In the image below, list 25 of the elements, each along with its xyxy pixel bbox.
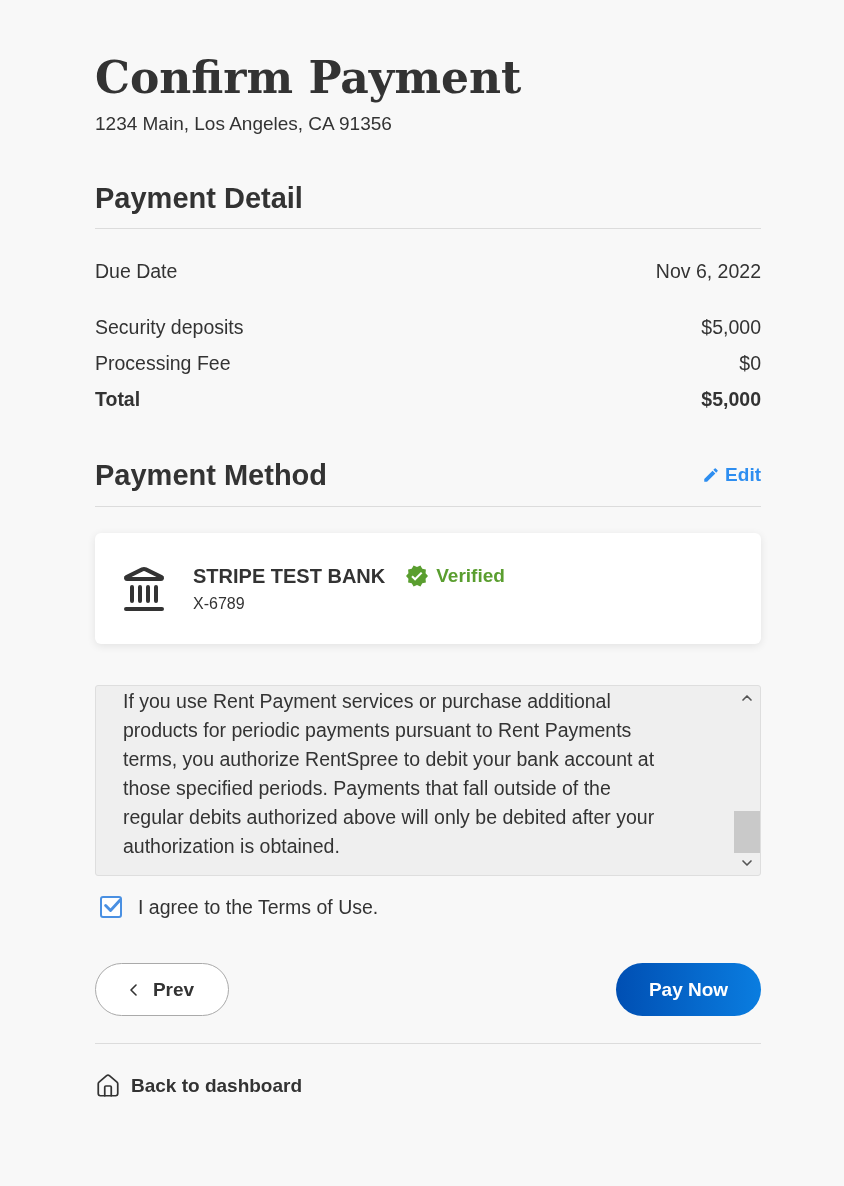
detail-value: Nov 6, 2022 bbox=[655, 259, 761, 284]
detail-value: $5,000 bbox=[701, 387, 761, 412]
section-heading: Payment Method bbox=[95, 458, 328, 493]
home-icon bbox=[95, 1073, 121, 1099]
chevron-left-icon bbox=[129, 983, 137, 996]
prev-button[interactable]: Prev bbox=[95, 963, 229, 1016]
account-number: X-6789 bbox=[193, 593, 246, 614]
pencil-icon bbox=[702, 466, 721, 484]
agree-checkbox[interactable] bbox=[100, 896, 122, 918]
section-heading: Payment Detail bbox=[95, 181, 303, 216]
back-to-dashboard-link[interactable]: Back to dashboard bbox=[95, 1073, 303, 1099]
property-address: 1234 Main, Los Angeles, CA 91356 bbox=[95, 112, 392, 136]
detail-label: Total bbox=[95, 387, 141, 412]
verified-label: Verified bbox=[436, 563, 505, 588]
detail-label: Processing Fee bbox=[95, 351, 231, 376]
terms-text: If you use Rent Payment services or purchase additional products for periodic payments pursuant to Rent Payments terms, you authorize RentSpree to debit your bank account at those specified periods. Payments that fall outside of the regular debits authorized above will only be debited after your authorization is obtained. bbox=[122, 689, 656, 859]
scrollbar-thumb[interactable] bbox=[734, 811, 760, 853]
detail-value: $5,000 bbox=[701, 315, 761, 340]
bank-name: STRIPE TEST BANK bbox=[193, 563, 386, 589]
pay-now-button[interactable]: Pay Now bbox=[616, 963, 761, 1016]
detail-value: $0 bbox=[739, 351, 761, 376]
agree-label: I agree to the Terms of Use. bbox=[138, 895, 379, 919]
page-title: Confirm Payment bbox=[95, 51, 522, 104]
detail-label: Due Date bbox=[95, 259, 178, 284]
detail-label: Security deposits bbox=[95, 315, 244, 340]
